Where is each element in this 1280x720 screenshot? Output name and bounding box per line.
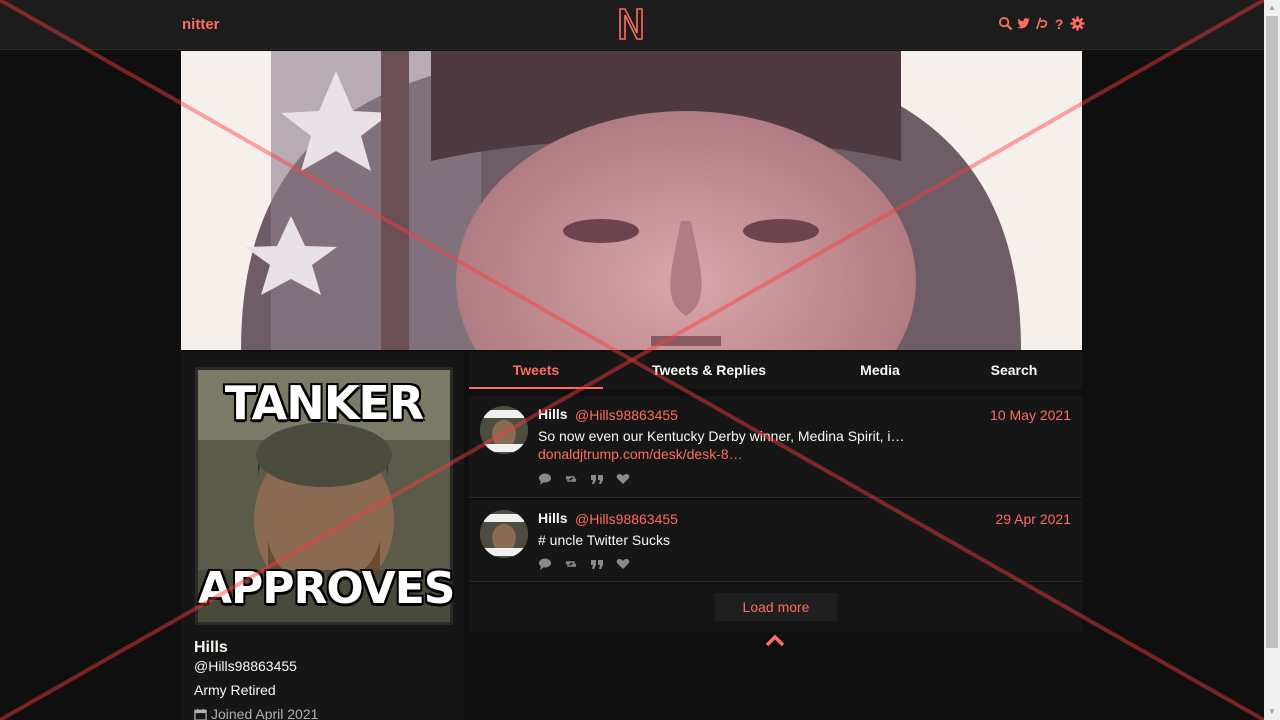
tweet-link[interactable]: donaldjtrump.com/desk/desk-8… xyxy=(538,446,743,462)
load-more-button[interactable]: Load more xyxy=(715,593,837,621)
profile-joined: Joined April 2021 xyxy=(194,706,318,720)
tweet-avatar-photo xyxy=(480,406,528,454)
avatar-caption-top: TANKER xyxy=(224,376,424,430)
tweet-fullname[interactable]: Hills xyxy=(538,406,568,422)
tweet-username[interactable]: @Hills98863455 xyxy=(575,407,678,423)
gear-icon[interactable] xyxy=(1070,16,1085,33)
tweet-stats xyxy=(538,472,632,485)
nav-icons: ? xyxy=(998,16,1085,33)
calendar-icon xyxy=(194,708,207,720)
tweet-stats xyxy=(538,557,632,570)
brand-link[interactable]: nitter xyxy=(182,16,220,33)
tweet-avatar[interactable] xyxy=(480,406,528,454)
joined-label: Joined April 2021 xyxy=(211,706,319,720)
profile-banner[interactable] xyxy=(181,51,1082,350)
scroll-down-arrow[interactable]: ▼ xyxy=(1264,704,1280,720)
profile-fullname[interactable]: Hills xyxy=(194,639,228,657)
retweet-icon xyxy=(564,472,580,484)
quote-icon xyxy=(590,557,606,569)
help-icon[interactable]: ? xyxy=(1052,16,1067,33)
retweet-icon xyxy=(564,557,580,569)
scroll-up-arrow[interactable]: ▲ xyxy=(1264,0,1280,16)
tweet-date[interactable]: 29 Apr 2021 xyxy=(995,511,1071,527)
tweet-avatar[interactable] xyxy=(480,510,528,558)
profile-username[interactable]: @Hills98863455 xyxy=(194,658,297,674)
profile-bio: Army Retired xyxy=(194,682,276,698)
tab-tweets-replies[interactable]: Tweets & Replies xyxy=(619,352,799,389)
tweet-item[interactable]: Hills @Hills98863455 10 May 2021 So now … xyxy=(469,396,1082,498)
profile-card: TANKER APPROVES Hills @Hills98863455 Arm… xyxy=(181,352,464,720)
tweet-content: # uncle Twitter Sucks xyxy=(538,532,671,548)
svg-text:?: ? xyxy=(1055,16,1064,31)
rss-icon[interactable] xyxy=(1034,16,1049,33)
nitter-logo-icon[interactable] xyxy=(617,7,645,41)
search-icon[interactable] xyxy=(998,16,1013,33)
tab-tweets[interactable]: Tweets xyxy=(469,352,603,389)
twitter-icon[interactable] xyxy=(1016,16,1031,33)
timeline-tabs: Tweets Tweets & Replies Media Search xyxy=(469,352,1082,389)
heart-icon xyxy=(616,472,632,484)
tab-media[interactable]: Media xyxy=(813,352,947,389)
profile-avatar[interactable]: TANKER APPROVES xyxy=(195,367,455,625)
avatar-caption-bottom: APPROVES xyxy=(198,563,455,614)
tweet-avatar-photo xyxy=(480,510,528,558)
scrollbar[interactable]: ▲ ▼ xyxy=(1264,0,1280,720)
scroll-thumb[interactable] xyxy=(1266,16,1278,648)
tweet-item[interactable]: Hills @Hills98863455 29 Apr 2021 # uncle… xyxy=(469,500,1082,582)
navbar: nitter ? xyxy=(0,0,1264,50)
tweet-username[interactable]: @Hills98863455 xyxy=(575,511,678,527)
banner-photo xyxy=(181,51,1082,350)
load-more-bar: Load more xyxy=(469,584,1082,632)
chevron-up-icon[interactable] xyxy=(765,633,785,649)
comment-icon xyxy=(538,472,554,485)
quote-icon xyxy=(590,472,606,484)
heart-icon xyxy=(616,557,632,569)
tweet-fullname[interactable]: Hills xyxy=(538,510,568,526)
comment-icon xyxy=(538,557,554,570)
tab-search[interactable]: Search xyxy=(947,352,1081,389)
tweet-content: So now even our Kentucky Derby winner, M… xyxy=(538,428,905,444)
tweet-date[interactable]: 10 May 2021 xyxy=(990,407,1071,423)
